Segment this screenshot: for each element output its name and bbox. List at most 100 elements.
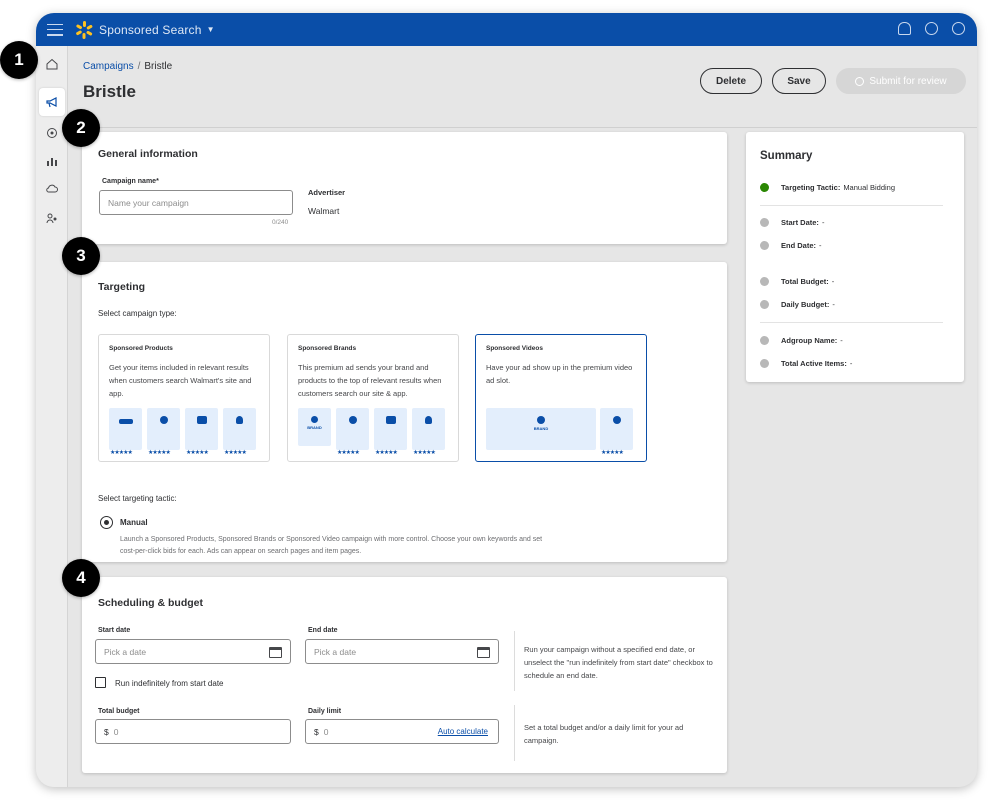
- advertiser-value: Walmart: [308, 206, 340, 216]
- complete-check-icon: [760, 183, 769, 192]
- summary-card: Summary Targeting Tactic: Manual Bidding …: [746, 132, 964, 382]
- manual-tactic-radio[interactable]: [100, 516, 113, 529]
- campaign-type-sponsored-products[interactable]: Sponsored Products Get your items includ…: [98, 334, 270, 462]
- currency-symbol: $: [104, 726, 109, 737]
- billing-icon[interactable]: [44, 125, 60, 141]
- reports-chart-icon[interactable]: [44, 153, 60, 169]
- campaign-type-description: Have your ad show up in the premium vide…: [486, 363, 633, 385]
- hamburger-menu-icon[interactable]: [47, 23, 63, 36]
- submit-for-review-button[interactable]: Submit for review: [836, 68, 966, 94]
- targeting-heading: Targeting: [98, 281, 146, 293]
- app-switcher-caret-icon[interactable]: ▼: [207, 25, 215, 34]
- campaign-type-sponsored-videos[interactable]: Sponsored Videos Have your ad show up in…: [475, 334, 647, 462]
- upload-cloud-icon[interactable]: [44, 181, 60, 197]
- campaign-type-title: Sponsored Brands: [298, 345, 357, 352]
- step-marker-2: 2: [62, 109, 100, 147]
- product-tile-toy-icon: [412, 408, 445, 450]
- pending-dot-icon: [760, 359, 769, 368]
- rating-stars: ★★★★★: [148, 450, 171, 456]
- users-icon[interactable]: [44, 210, 60, 226]
- check-circle-icon: [855, 76, 865, 86]
- step-marker-1: 1: [0, 41, 38, 79]
- side-navigation: [36, 46, 68, 787]
- daily-limit-input[interactable]: $0 Auto calculate: [305, 719, 499, 744]
- help-icon[interactable]: [925, 22, 938, 35]
- pending-dot-icon: [760, 218, 769, 227]
- summary-total-budget: Total Budget: -: [760, 277, 834, 286]
- daily-limit-label: Daily limit: [308, 708, 342, 715]
- campaign-type-title: Sponsored Videos: [486, 345, 543, 352]
- scheduling-budget-card: Scheduling & budget Start date Pick a da…: [82, 577, 727, 773]
- summary-end-date: End Date: -: [760, 241, 822, 250]
- summary-start-date: Start Date: -: [760, 218, 824, 227]
- advertiser-label: Advertiser: [308, 188, 346, 197]
- campaign-type-description: This premium ad sends your brand and pro…: [298, 363, 442, 398]
- start-date-label: Start date: [98, 627, 131, 634]
- user-account-icon[interactable]: [952, 22, 965, 35]
- calendar-icon[interactable]: [477, 647, 490, 658]
- page-title: Bristle: [83, 82, 136, 101]
- pending-dot-icon: [760, 300, 769, 309]
- product-tile-bag-icon: [185, 408, 218, 450]
- product-tile-bag-icon: [374, 408, 407, 450]
- page-header: Campaigns / Bristle Bristle Delete Save Su…: [68, 46, 977, 128]
- targeting-card: Targeting Select campaign type: Sponsore…: [82, 262, 727, 562]
- summary-targeting-tactic: Targeting Tactic: Manual Bidding: [760, 183, 895, 192]
- product-tile-shoe-icon: [109, 408, 142, 450]
- scheduling-budget-heading: Scheduling & budget: [98, 597, 203, 609]
- delete-button[interactable]: Delete: [700, 68, 762, 94]
- campaign-name-input[interactable]: Name your campaign: [99, 190, 293, 215]
- campaign-type-title: Sponsored Products: [109, 345, 173, 352]
- total-budget-label: Total budget: [98, 708, 140, 715]
- product-tile-watch-icon: [600, 408, 633, 450]
- breadcrumb: Campaigns / Bristle: [83, 61, 172, 72]
- campaigns-megaphone-icon[interactable]: [39, 88, 65, 116]
- breadcrumb-campaigns-link[interactable]: Campaigns: [83, 61, 134, 72]
- product-tile-watch-icon: [147, 408, 180, 450]
- end-date-input[interactable]: Pick a date: [305, 639, 499, 664]
- section-divider: [514, 705, 515, 761]
- summary-total-active-items: Total Active Items: -: [760, 359, 852, 368]
- manual-tactic-description-line1: Launch a Sponsored Products, Sponsored B…: [120, 536, 543, 543]
- select-campaign-type-label: Select campaign type:: [98, 309, 177, 318]
- pending-dot-icon: [760, 241, 769, 250]
- video-brand-tile-icon: BRAND: [486, 408, 596, 450]
- start-date-placeholder: Pick a date: [104, 646, 147, 657]
- section-divider: [514, 631, 515, 691]
- run-indefinitely-checkbox[interactable]: [95, 677, 106, 688]
- home-icon[interactable]: [44, 56, 60, 72]
- rating-stars: ★★★★★: [186, 450, 209, 456]
- brand-tag: BRAND: [307, 425, 322, 430]
- summary-divider: [760, 205, 943, 206]
- auto-calculate-link[interactable]: Auto calculate: [438, 727, 488, 736]
- walmart-spark-logo: [75, 20, 93, 39]
- app-window: Sponsored Search ▼ Campaigns / Bristle B…: [36, 13, 977, 787]
- breadcrumb-separator: /: [137, 61, 141, 72]
- end-date-placeholder: Pick a date: [314, 646, 357, 657]
- total-budget-placeholder: 0: [113, 726, 119, 737]
- save-button[interactable]: Save: [772, 68, 826, 94]
- calendar-icon[interactable]: [269, 647, 282, 658]
- currency-symbol: $: [314, 726, 319, 737]
- notifications-bell-icon[interactable]: [898, 22, 911, 35]
- total-budget-input[interactable]: $0: [95, 719, 291, 744]
- brand-tile-icon: BRAND: [298, 408, 331, 446]
- rating-stars: ★★★★★: [224, 450, 247, 456]
- date-help-text: Run your campaign without a specified en…: [524, 645, 713, 680]
- app-switcher[interactable]: Sponsored Search: [99, 23, 202, 37]
- breadcrumb-current: Bristle: [144, 61, 173, 72]
- brand-tag: BRAND: [533, 426, 549, 431]
- product-tile-toy-icon: [223, 408, 256, 450]
- summary-adgroup-name: Adgroup Name: -: [760, 336, 843, 345]
- rating-stars: ★★★★★: [601, 450, 624, 456]
- campaign-name-char-count: 0/240: [272, 219, 289, 226]
- summary-divider: [760, 322, 943, 323]
- manual-tactic-description-line2: cost-per-click bids for each. Ads can ap…: [120, 548, 362, 555]
- budget-help-text: Set a total budget and/or a daily limit …: [524, 723, 684, 745]
- rating-stars: ★★★★★: [110, 450, 133, 456]
- campaign-type-sponsored-brands[interactable]: Sponsored Brands This premium ad sends y…: [287, 334, 459, 462]
- start-date-input[interactable]: Pick a date: [95, 639, 291, 664]
- campaign-type-description: Get your items included in relevant resu…: [109, 363, 252, 398]
- submit-label: Submit for review: [869, 75, 947, 87]
- step-marker-4: 4: [62, 559, 100, 597]
